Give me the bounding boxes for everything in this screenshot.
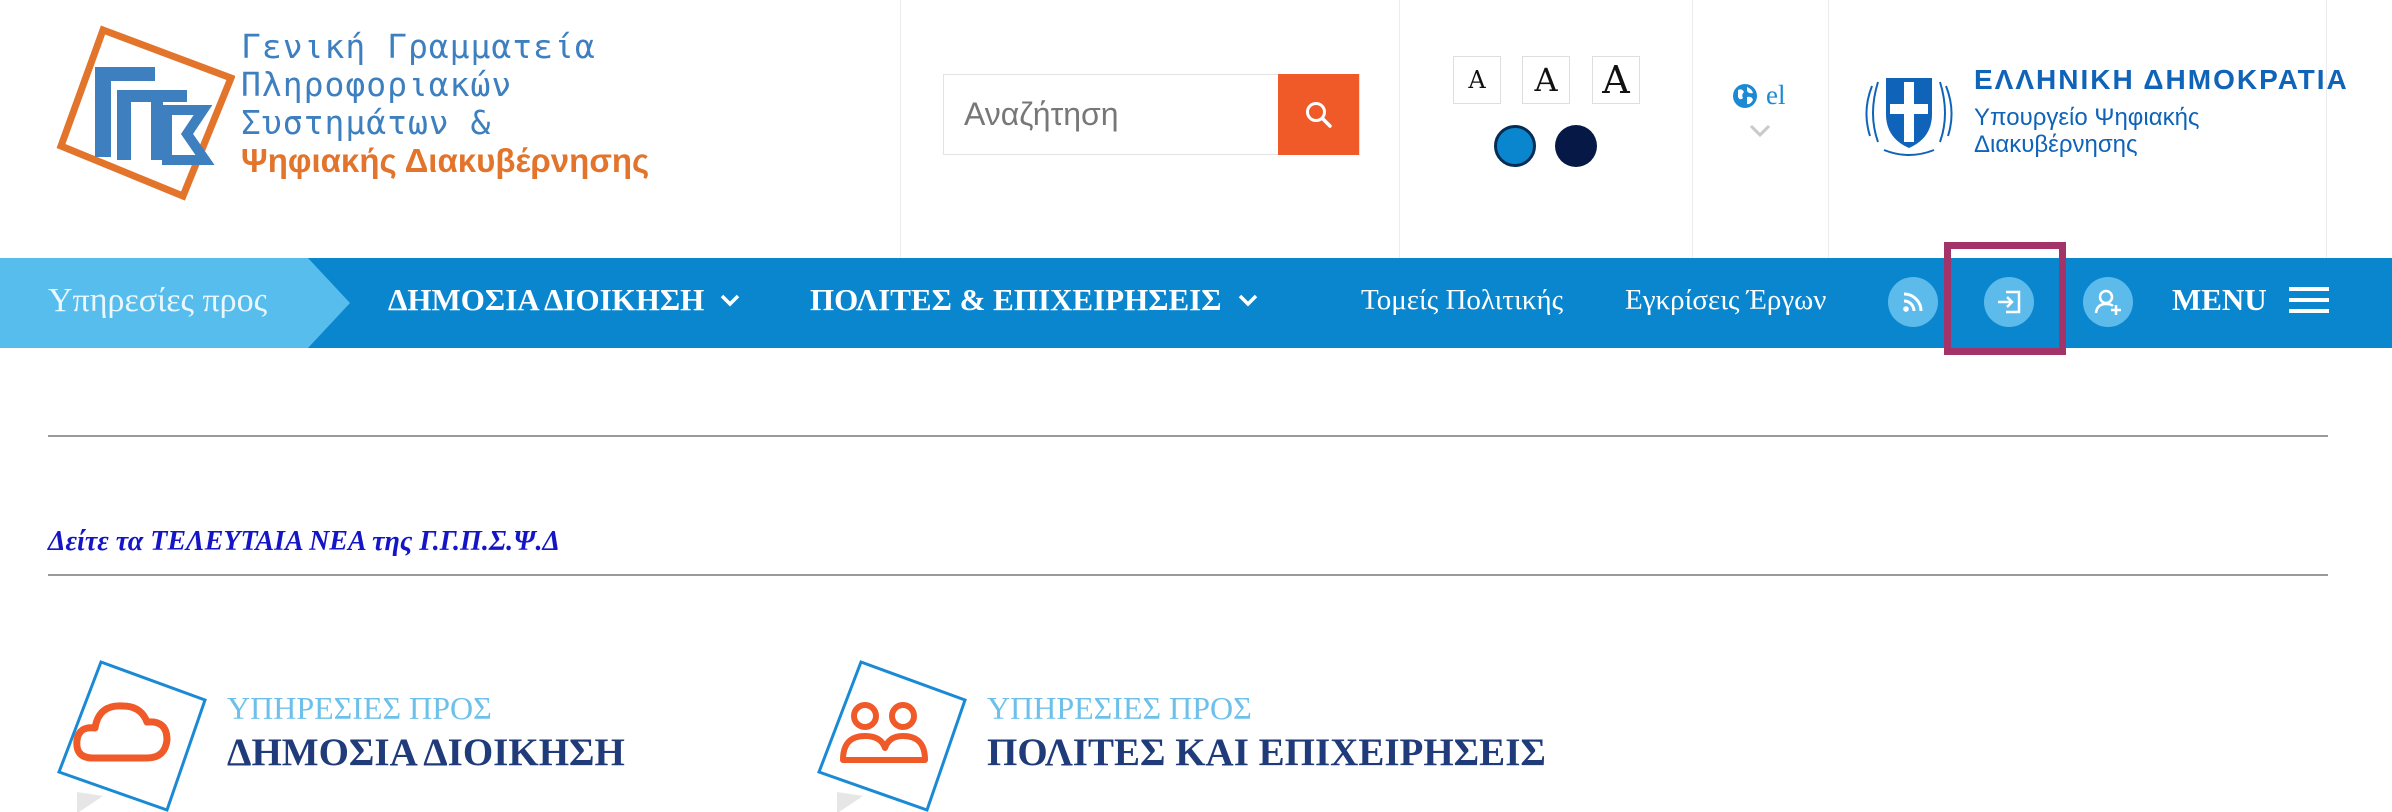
nav-citizens-label: ΠΟΛΙΤΕΣ & ΕΠΙΧΕΙΡΗΣΕΙΣ: [810, 282, 1222, 317]
search-icon: [1305, 101, 1332, 128]
nav-intro-label: Υπηρεσίες προς: [48, 282, 268, 319]
nav-public-admin-label: ΔΗΜΟΣΙΑ ΔΙΟΙΚΗΣΗ: [388, 282, 705, 317]
hellenic-republic-logo[interactable]: ΕΛΛΗΝΙΚΗ ΔΗΜΟΚΡΑΤΙΑ Υπουργείο Ψηφιακής Δ…: [1854, 56, 2347, 166]
card-pre-label: ΥΠΗΡΕΣΙΕΣ ΠΡΟΣ: [987, 690, 1252, 726]
chevron-down-icon: [1238, 294, 1257, 306]
menu-label: MENU: [2172, 282, 2267, 317]
divider: [48, 574, 2328, 576]
gspsd-logo-icon: [56, 25, 235, 201]
people-icon: [817, 660, 967, 812]
logo-line-4: Ψηφιακής Διακυβέρνησης: [241, 142, 650, 179]
citizens-services-card[interactable]: ΥΠΗΡΕΣΙΕΣ ΠΡΟΣ ΠΟΛΙΤΕΣ ΚΑΙ ΕΠΙΧΕΙΡΗΣΕΙΣ: [815, 660, 1615, 812]
gov-title: ΕΛΛΗΝΙΚΗ ΔΗΜΟΚΡΑΤΙΑ: [1974, 64, 2349, 95]
logo-line-1: Γενική Γραμματεία: [241, 27, 596, 66]
hamburger-icon: [2288, 287, 2329, 313]
ministry-name: Υπουργείο Ψηφιακής Διακυβέρνησης: [1974, 104, 2199, 158]
header-divider: [1692, 0, 1693, 259]
site-header: Γενική Γραμματεία Πληροφοριακών Συστημάτ…: [0, 0, 2392, 259]
header-divider: [900, 0, 901, 259]
ministry-line-2: Διακυβέρνησης: [1974, 131, 2138, 158]
language-selector[interactable]: el: [1732, 80, 1786, 111]
divider: [48, 435, 2328, 437]
header-divider: [1399, 0, 1400, 259]
globe-icon: [1733, 83, 1757, 108]
login-highlight-frame: [1944, 242, 2066, 355]
search-box: [943, 74, 1360, 155]
header-divider: [2326, 0, 2327, 259]
nav-intro: Υπηρεσίες προς: [0, 258, 350, 348]
logo-line-3: Συστημάτων &: [241, 103, 492, 142]
language-label: el: [1766, 80, 1786, 110]
greek-emblem-icon: [1865, 78, 1953, 156]
ministry-line-1: Υπουργείο Ψηφιακής: [1974, 104, 2200, 131]
card-title: ΠΟΛΙΤΕΣ ΚΑΙ ΕΠΙΧΕΙΡΗΣΕΙΣ: [987, 731, 1546, 774]
nav-approvals-link[interactable]: Εγκρίσεις Έργων: [1625, 284, 1826, 317]
rss-icon: [1903, 292, 1923, 312]
nav-citizens-dropdown[interactable]: ΠΟΛΙΤΕΣ & ΕΠΙΧΕΙΡΗΣΕΙΣ: [810, 282, 1258, 318]
card-pre-label: ΥΠΗΡΕΣΙΕΣ ΠΡΟΣ: [227, 690, 492, 726]
chevron-down-icon[interactable]: [1749, 124, 1771, 138]
main-menu-button[interactable]: MENU: [2172, 282, 2329, 318]
register-user-icon: [2094, 289, 2121, 315]
logo-text: Γενική Γραμματεία Πληροφοριακών Συστημάτ…: [241, 28, 649, 180]
nav-policy-link[interactable]: Τομείς Πολιτικής: [1361, 284, 1563, 317]
nav-public-admin-dropdown[interactable]: ΔΗΜΟΣΙΑ ΔΙΟΙΚΗΣΗ: [388, 282, 740, 318]
font-size-large-button[interactable]: A: [1592, 56, 1640, 104]
contrast-dark-button[interactable]: [1555, 125, 1597, 167]
logo-line-2: Πληροφοριακών: [241, 65, 513, 104]
font-size-small-button[interactable]: A: [1453, 56, 1501, 104]
cloud-icon: [57, 660, 207, 812]
chevron-down-icon: [721, 294, 740, 306]
card-title: ΔΗΜΟΣΙΑ ΔΙΟΙΚΗΣΗ: [227, 731, 625, 774]
contrast-blue-button[interactable]: [1494, 125, 1536, 167]
search-input[interactable]: [944, 75, 1280, 154]
search-button[interactable]: [1278, 74, 1359, 155]
rss-button[interactable]: [1888, 277, 1938, 327]
latest-news-link[interactable]: Δείτε τα ΤΕΛΕΥΤΑΙΑ ΝΕΑ της Γ.Γ.Π.Σ.Ψ.Δ: [48, 526, 560, 558]
font-size-medium-button[interactable]: A: [1522, 56, 1570, 104]
gspsd-logo[interactable]: Γενική Γραμματεία Πληροφοριακών Συστημάτ…: [55, 22, 649, 202]
public-admin-services-card[interactable]: ΥΠΗΡΕΣΙΕΣ ΠΡΟΣ ΔΗΜΟΣΙΑ ΔΙΟΙΚΗΣΗ: [55, 660, 755, 812]
register-button[interactable]: [2083, 277, 2133, 327]
header-divider: [1828, 0, 1829, 259]
